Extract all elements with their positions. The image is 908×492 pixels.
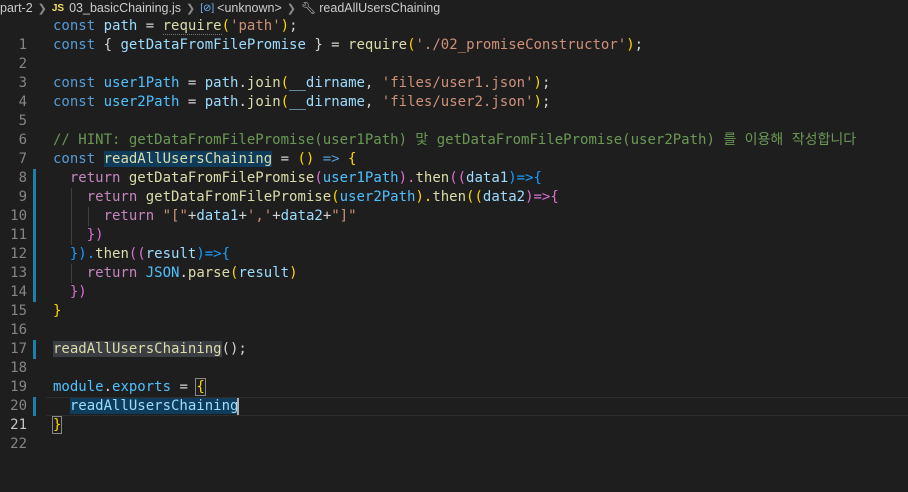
code-text: const path = require('path'); — [53, 18, 298, 35]
code-text: }) — [69, 284, 87, 300]
code-line[interactable]: 2 const { getDataFromFilePromise } = req… — [0, 36, 908, 72]
code-comment: // HINT: getDataFromFilePromise(user1Pat… — [53, 132, 857, 148]
code-line[interactable]: 16 } — [0, 302, 908, 338]
code-text: } — [51, 416, 63, 434]
breadcrumb-symbol-label: <unknown> — [217, 1, 282, 15]
code-line[interactable]: 13 }).then((result)=>{ — [0, 245, 908, 281]
code-text: readAllUsersChaining — [69, 397, 240, 415]
code-line[interactable]: 17 — [0, 321, 908, 357]
code-editor[interactable]: 1 const path = require('path'); 2 const … — [0, 17, 908, 456]
code-line[interactable]: 11 return "["+data1+','+data2+"]" — [0, 207, 908, 243]
text-cursor — [237, 397, 240, 415]
modified-gutter-marker — [33, 207, 36, 226]
modified-gutter-marker — [33, 169, 36, 188]
code-line[interactable]: 8 const readAllUsersChaining = () => { — [0, 150, 908, 186]
modified-gutter-marker — [33, 188, 36, 207]
code-text: const user2Path = path.join(__dirname, '… — [53, 94, 551, 110]
code-text: } — [53, 303, 62, 319]
code-text: }).then((result)=>{ — [69, 246, 231, 262]
breadcrumb-symbol-label: readAllUsersChaining — [319, 1, 441, 15]
code-text: const readAllUsersChaining = () => { — [53, 151, 357, 167]
code-text: return getDataFromFilePromise(user1Path)… — [69, 170, 542, 186]
chevron-right-icon: ❯ — [286, 2, 297, 15]
code-text: return JSON.parse(result) — [86, 265, 298, 281]
code-line[interactable]: 19 — [0, 359, 908, 395]
modified-gutter-marker — [33, 283, 36, 302]
breadcrumb-file[interactable]: JS 03_basicChaining.js — [52, 1, 181, 15]
modified-gutter-marker — [33, 226, 36, 245]
modified-gutter-marker — [33, 264, 36, 283]
code-line[interactable]: 18 readAllUsersChaining(); — [0, 340, 908, 376]
code-line[interactable]: 9 return getDataFromFilePromise(user1Pat… — [0, 169, 908, 205]
breadcrumb: part-2 ❯ JS 03_basicChaining.js ❯ [⊘] <u… — [0, 0, 908, 16]
breadcrumb-symbol-function[interactable]: 🔧︎ readAllUsersChaining — [301, 1, 440, 15]
code-line[interactable]: 7 // HINT: getDataFromFilePromise(user1P… — [0, 131, 908, 167]
breadcrumb-file-label: 03_basicChaining.js — [69, 1, 181, 15]
code-text: return getDataFromFilePromise(user2Path)… — [86, 189, 559, 205]
code-line[interactable]: 10 return getDataFromFilePromise(user2Pa… — [0, 188, 908, 224]
breadcrumb-symbol-unknown[interactable]: [⊘] <unknown> — [200, 1, 282, 15]
code-line[interactable]: 12 }) — [0, 226, 908, 262]
code-line[interactable]: 4 const user1Path = path.join(__dirname,… — [0, 74, 908, 110]
modified-gutter-marker — [33, 245, 36, 264]
code-line[interactable]: 5 const user2Path = path.join(__dirname,… — [0, 93, 908, 129]
code-line[interactable]: 3 — [0, 55, 908, 91]
wrench-icon: 🔧︎ — [301, 1, 317, 15]
code-text: return "["+data1+','+data2+"]" — [103, 208, 357, 224]
modified-gutter-marker — [33, 397, 36, 416]
line-number: 22 — [10, 436, 27, 452]
code-line[interactable]: 15 }) — [0, 283, 908, 319]
js-file-icon: JS — [51, 2, 65, 14]
code-line[interactable]: 22 } — [0, 416, 908, 452]
code-text: const { getDataFromFilePromise } = requi… — [53, 37, 644, 53]
breadcrumb-folder[interactable]: part-2 — [0, 1, 33, 15]
code-text: readAllUsersChaining(); — [53, 341, 247, 357]
code-line[interactable]: 14 return JSON.parse(result) — [0, 264, 908, 300]
code-text: }) — [86, 227, 104, 243]
code-text: module.exports = { — [53, 378, 206, 396]
code-line-current[interactable]: 21 readAllUsersChaining — [0, 397, 908, 433]
code-text: const user1Path = path.join(__dirname, '… — [53, 75, 551, 91]
code-line[interactable]: 6 — [0, 112, 908, 148]
chevron-right-icon: ❯ — [37, 2, 47, 15]
code-line[interactable]: 20 module.exports = { — [0, 378, 908, 414]
code-line[interactable]: 1 const path = require('path'); — [0, 17, 908, 53]
modified-gutter-marker — [33, 340, 36, 359]
variable-symbol-icon: [⊘] — [200, 2, 215, 14]
chevron-right-icon: ❯ — [186, 2, 196, 15]
